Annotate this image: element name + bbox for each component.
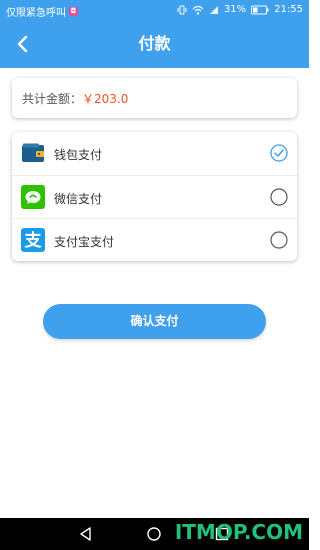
wallet-icon — [22, 143, 44, 162]
payment-label-alipay: 支付宝支付 — [54, 235, 115, 249]
battery-percent: 31% — [223, 4, 247, 15]
vibrate-icon — [177, 5, 187, 14]
battery-icon — [251, 5, 269, 14]
status-left: 仅限紧急呼叫 ◘ — [6, 4, 78, 19]
watermark-text: ITMOP.COM — [174, 520, 303, 544]
svg-text:支: 支 — [25, 230, 43, 251]
top-navbar: 付款 — [0, 20, 309, 68]
status-bar: 仅限紧急呼叫 ◘ 31% 21:55 — [0, 0, 309, 20]
status-right: 31% 21:55 — [177, 4, 303, 15]
carrier-text: 仅限紧急呼叫 — [6, 8, 66, 19]
wifi-icon — [192, 5, 204, 15]
page-title: 付款 — [138, 34, 171, 53]
notification-icon: ◘ — [69, 7, 78, 16]
signal-icon — [209, 5, 218, 14]
alipay-icon: 支 — [21, 228, 45, 252]
confirm-payment-button[interactable]: 确认支付 — [43, 304, 266, 339]
total-amount-row: 共计金额：￥203.0 — [22, 90, 128, 107]
payment-methods-card: 钱包支付 微信支付 支 支付宝支付 — [12, 132, 297, 261]
total-amount-value: ￥203.0 — [82, 92, 129, 106]
payment-label-wechat: 微信支付 — [54, 192, 103, 206]
clock: 21:55 — [274, 4, 303, 15]
total-label: 共计金额： — [22, 92, 83, 106]
system-navigation-bar: ITMOP.COM — [0, 518, 309, 550]
radio-checked-icon[interactable] — [270, 144, 288, 162]
total-amount-card: 共计金额：￥203.0 — [12, 78, 297, 118]
radio-unchecked-icon[interactable] — [270, 188, 288, 206]
home-circle-icon[interactable] — [146, 526, 162, 542]
payment-label-wallet: 钱包支付 — [54, 148, 103, 162]
payment-option-alipay[interactable]: 支 支付宝支付 — [12, 218, 297, 262]
wechat-icon — [21, 185, 45, 209]
back-triangle-icon[interactable] — [78, 526, 94, 542]
payment-option-wechat[interactable]: 微信支付 — [12, 175, 297, 219]
payment-option-wallet[interactable]: 钱包支付 — [12, 132, 297, 175]
radio-unchecked-icon[interactable] — [270, 231, 288, 249]
